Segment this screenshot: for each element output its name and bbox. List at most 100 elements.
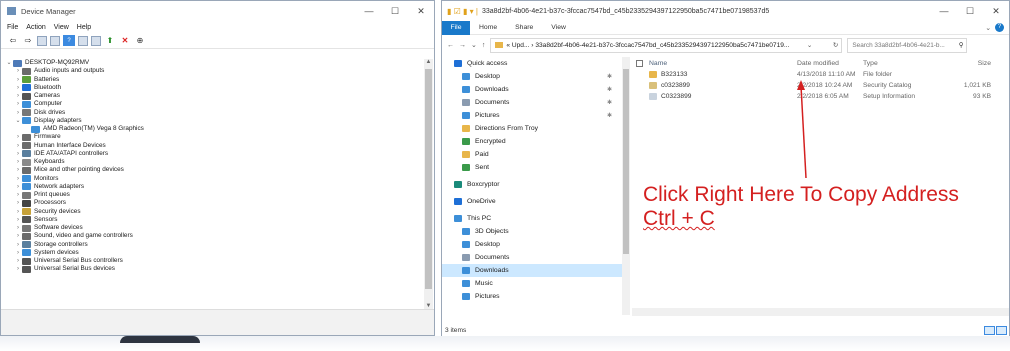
download-driver-icon[interactable]: ⊕ <box>134 35 146 46</box>
tab-share[interactable]: Share <box>506 24 542 31</box>
pin-icon[interactable]: ✱ <box>607 73 612 80</box>
expand-chevron-icon[interactable]: › <box>14 166 22 174</box>
back-arrow-icon[interactable]: ⇦ <box>7 35 19 46</box>
nav-item[interactable]: Directions From Troy <box>442 122 622 135</box>
expand-chevron-icon[interactable]: › <box>14 84 22 92</box>
minimize-button[interactable]: — <box>356 1 382 21</box>
device-tree-scrollbar[interactable]: ▲ ▼ <box>424 59 433 309</box>
device-tree-item[interactable]: › Universal Serial Bus devices <box>1 265 425 273</box>
details-view-icon[interactable] <box>984 326 995 335</box>
column-name[interactable]: Name <box>649 60 797 67</box>
nav-item[interactable]: Desktop ✱ <box>442 70 622 83</box>
address-path[interactable]: « Upd... › 33a8d2bf-4b06-4e21-b37c-3fcca… <box>506 42 789 49</box>
device-tree-item[interactable]: › Keyboards <box>1 158 425 166</box>
expand-chevron-icon[interactable]: › <box>14 191 22 199</box>
expand-chevron-icon[interactable]: › <box>14 158 22 166</box>
column-type[interactable]: Type <box>863 60 935 67</box>
device-tree-item[interactable]: › Cameras <box>1 92 425 100</box>
large-icons-view-icon[interactable] <box>996 326 1007 335</box>
column-size[interactable]: Size <box>935 60 991 67</box>
device-tree-item[interactable]: › Print queues <box>1 191 425 199</box>
update-driver-icon[interactable]: ⬆ <box>104 35 116 46</box>
device-tree-item[interactable]: › Sensors <box>1 216 425 224</box>
device-tree-item[interactable]: › Storage controllers <box>1 241 425 249</box>
uninstall-device-icon[interactable]: ✕ <box>119 35 131 46</box>
expand-chevron-icon[interactable]: › <box>14 67 22 75</box>
nav-item[interactable]: Documents <box>442 251 622 264</box>
maximize-button[interactable]: ☐ <box>382 1 408 21</box>
menu-action[interactable]: Action <box>26 24 45 31</box>
menu-file[interactable]: File <box>7 24 18 31</box>
expand-chevron-icon[interactable]: › <box>14 257 22 265</box>
pin-icon[interactable]: ✱ <box>607 86 612 93</box>
expand-chevron-icon[interactable]: › <box>14 216 22 224</box>
nav-item[interactable]: Quick access <box>442 57 622 70</box>
pin-icon[interactable]: ✱ <box>607 99 612 106</box>
forward-icon[interactable]: → <box>459 42 466 49</box>
device-tree-item[interactable]: › Batteries <box>1 76 425 84</box>
expand-chevron-icon[interactable]: › <box>14 142 22 150</box>
navigation-scrollbar-thumb[interactable] <box>623 69 629 254</box>
device-tree-item[interactable]: › IDE ATA/ATAPI controllers <box>1 150 425 158</box>
address-dropdown-icon[interactable]: ⌄ <box>804 41 816 49</box>
nav-item[interactable]: Pictures <box>442 290 622 303</box>
nav-item[interactable]: Sent <box>442 161 622 174</box>
expand-chevron-icon[interactable]: › <box>14 92 22 100</box>
device-tree-item[interactable]: › Human Interface Devices <box>1 142 425 150</box>
expand-chevron-icon[interactable]: › <box>14 241 22 249</box>
refresh-icon[interactable]: ↻ <box>830 41 842 49</box>
back-icon[interactable]: ← <box>447 42 454 49</box>
search-input[interactable]: Search 33a8d2bf-4b06-4e21-b... ⚲ <box>847 37 968 53</box>
device-tree-item[interactable]: › Monitors <box>1 175 425 183</box>
search-icon[interactable]: ⚲ <box>959 41 967 49</box>
device-tree-item[interactable]: AMD Radeon(TM) Vega 8 Graphics <box>1 125 425 133</box>
navigation-pane-scrollbar[interactable] <box>622 57 630 315</box>
explorer-maximize-button[interactable]: ☐ <box>957 1 983 21</box>
scrollbar-thumb[interactable] <box>425 69 432 289</box>
expand-chevron-icon[interactable]: › <box>14 224 22 232</box>
expand-chevron-icon[interactable]: › <box>14 199 22 207</box>
device-tree-item[interactable]: ⌄ Display adapters <box>1 117 425 125</box>
expand-chevron-icon[interactable]: › <box>14 265 22 273</box>
menu-help[interactable]: Help <box>77 24 91 31</box>
file-row[interactable]: C0323899 2/2/2018 6:05 AM Setup Informatio… <box>632 91 1009 102</box>
file-list-horizontal-scrollbar[interactable] <box>632 308 1009 316</box>
expand-chevron-icon[interactable]: › <box>14 183 22 191</box>
address-bar[interactable]: « Upd... › 33a8d2bf-4b06-4e21-b37c-3fcca… <box>490 37 843 53</box>
nav-item[interactable]: Boxcryptor <box>442 178 622 191</box>
recent-locations-icon[interactable]: ⌄ <box>471 41 477 49</box>
list-view-icon[interactable] <box>50 35 60 46</box>
scan-hardware-icon[interactable] <box>91 35 101 46</box>
nav-item[interactable]: Encrypted <box>442 135 622 148</box>
device-tree-item[interactable]: › Processors <box>1 199 425 207</box>
close-button[interactable]: ✕ <box>408 1 434 21</box>
forward-arrow-icon[interactable]: ⇨ <box>22 35 34 46</box>
help-icon[interactable]: ? <box>995 23 1004 32</box>
quick-access-toolbar-icon[interactable]: ▮ ☑ ▮ ▾ | <box>447 7 478 16</box>
expand-chevron-icon[interactable]: ⌄ <box>5 59 13 67</box>
expand-chevron-icon[interactable]: › <box>14 175 22 183</box>
nav-item[interactable]: This PC <box>442 212 622 225</box>
tab-view[interactable]: View <box>542 24 575 31</box>
expand-chevron-icon[interactable]: › <box>14 133 22 141</box>
device-tree-item[interactable]: › Firmware <box>1 133 425 141</box>
expand-chevron-icon[interactable]: › <box>14 249 22 257</box>
tab-file[interactable]: File <box>442 20 470 35</box>
properties-icon[interactable] <box>37 35 47 46</box>
expand-chevron-icon[interactable]: › <box>14 100 22 108</box>
nav-item[interactable]: Music <box>442 277 622 290</box>
expand-chevron-icon[interactable]: › <box>14 232 22 240</box>
nav-item[interactable]: Downloads <box>442 264 622 277</box>
device-tree-item[interactable]: › Bluetooth <box>1 84 425 92</box>
nav-item[interactable]: OneDrive <box>442 195 622 208</box>
device-tree-item[interactable]: › Sound, video and game controllers <box>1 232 425 240</box>
expand-chevron-icon[interactable]: › <box>14 150 22 158</box>
expand-ribbon-icon[interactable]: ⌄ <box>985 24 991 32</box>
column-date-modified[interactable]: Date modified <box>797 60 863 67</box>
nav-item[interactable]: Desktop <box>442 238 622 251</box>
nav-item[interactable]: Downloads ✱ <box>442 83 622 96</box>
expand-chevron-icon[interactable]: ⌄ <box>14 117 22 125</box>
expand-chevron-icon[interactable]: › <box>14 109 22 117</box>
nav-item[interactable]: Pictures ✱ <box>442 109 622 122</box>
device-tree-item[interactable]: › System devices <box>1 249 425 257</box>
